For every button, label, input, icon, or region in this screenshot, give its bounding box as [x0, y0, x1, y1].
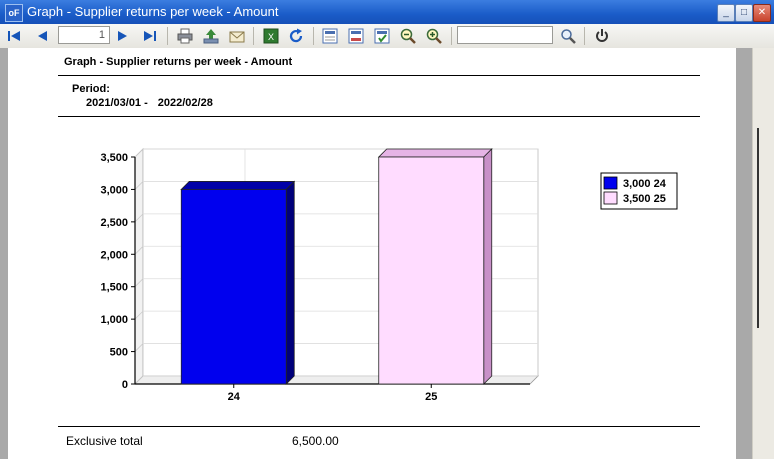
- y-tick-label: 1,000: [100, 314, 128, 326]
- bar-side: [483, 148, 493, 385]
- scrollbar-thumb[interactable]: [757, 128, 759, 328]
- export-button[interactable]: [201, 26, 221, 46]
- export-icon: [203, 29, 219, 44]
- x-tick-label: 25: [425, 391, 437, 403]
- page-check-button[interactable]: [372, 26, 392, 46]
- y-tick-label: 3,000: [100, 184, 128, 196]
- total-value: 6,500.00: [292, 434, 339, 448]
- print-button[interactable]: [175, 26, 195, 46]
- y-tick-label: 3,500: [100, 152, 128, 164]
- bar-chart: 0 500 1,000 1,500 2,000 2,500 3,000 3,500 24 25 3,…: [100, 148, 678, 403]
- legend-label: 3,000 24: [623, 178, 667, 190]
- bar: [180, 189, 287, 385]
- refresh-button[interactable]: [286, 26, 306, 46]
- chart-side-wall: [134, 148, 144, 385]
- legend-swatch: [603, 191, 618, 205]
- first-page-button[interactable]: [4, 26, 24, 46]
- window-title: Graph - Supplier returns per week - Amou…: [27, 4, 279, 19]
- printer-icon: [177, 28, 193, 44]
- y-tick-label: 2,500: [100, 217, 128, 229]
- zoom-out-button[interactable]: [398, 26, 418, 46]
- last-page-icon: [144, 31, 156, 41]
- toolbar-separator: [313, 27, 314, 45]
- page-settings-button[interactable]: [346, 26, 366, 46]
- page-check-icon: [374, 28, 390, 44]
- bar-top: [180, 181, 296, 190]
- y-tick-label: 2,000: [100, 249, 128, 261]
- vertical-scrollbar[interactable]: [752, 48, 774, 459]
- title-bar: oF Graph - Supplier returns per week - A…: [0, 0, 774, 24]
- bar-side: [285, 180, 295, 385]
- page-setup-button[interactable]: [320, 26, 340, 46]
- zoom-in-icon: [426, 28, 442, 44]
- power-icon: [596, 29, 608, 42]
- total-label: Exclusive total: [66, 434, 143, 448]
- refresh-icon: [289, 28, 303, 43]
- envelope-icon: [229, 31, 245, 43]
- app-icon: oF: [5, 4, 23, 22]
- report-title: Graph - Supplier returns per week - Amou…: [64, 56, 293, 68]
- search-icon: [561, 29, 576, 44]
- page-layout-icon: [322, 28, 338, 44]
- email-button[interactable]: [227, 26, 247, 46]
- previous-page-icon: [38, 31, 47, 41]
- search-button[interactable]: [558, 26, 578, 46]
- toolbar-separator: [167, 27, 168, 45]
- toolbar-separator: [584, 27, 585, 45]
- svg-text:X: X: [268, 32, 274, 42]
- page-number-input[interactable]: [58, 26, 110, 44]
- page-settings-icon: [348, 28, 364, 44]
- search-input[interactable]: [457, 26, 553, 44]
- close-preview-button[interactable]: [592, 26, 612, 46]
- excel-export-button[interactable]: X: [261, 26, 281, 46]
- period-to: 2022/02/28: [157, 97, 213, 109]
- divider: [58, 75, 700, 76]
- spreadsheet-icon: X: [263, 28, 279, 44]
- y-tick-label: 0: [122, 379, 128, 391]
- zoom-in-button[interactable]: [424, 26, 444, 46]
- toolbar-separator: [253, 27, 254, 45]
- previous-page-button[interactable]: [32, 26, 52, 46]
- y-tick-label: 1,500: [100, 282, 128, 294]
- divider: [58, 116, 700, 117]
- zoom-out-icon: [400, 28, 416, 44]
- next-page-button[interactable]: [113, 26, 133, 46]
- next-page-icon: [118, 31, 127, 41]
- close-button[interactable]: ✕: [753, 4, 771, 22]
- last-page-button[interactable]: [140, 26, 160, 46]
- minimize-button[interactable]: _: [717, 4, 735, 22]
- toolbar-separator: [451, 27, 452, 45]
- x-tick-label: 24: [228, 391, 241, 403]
- legend-label: 3,500 25: [623, 193, 666, 205]
- period-from: 2021/03/01 -: [86, 97, 148, 109]
- maximize-button[interactable]: □: [735, 4, 753, 22]
- bar-top: [377, 148, 493, 158]
- toolbar: X: [0, 24, 774, 49]
- legend-swatch: [603, 176, 618, 190]
- divider: [58, 426, 700, 427]
- y-tick-label: 500: [110, 347, 128, 359]
- period-label: Period:: [72, 83, 110, 95]
- bar: [378, 156, 485, 385]
- period-range: 2021/03/01 - 2022/02/28: [86, 97, 223, 109]
- first-page-icon: [8, 31, 20, 41]
